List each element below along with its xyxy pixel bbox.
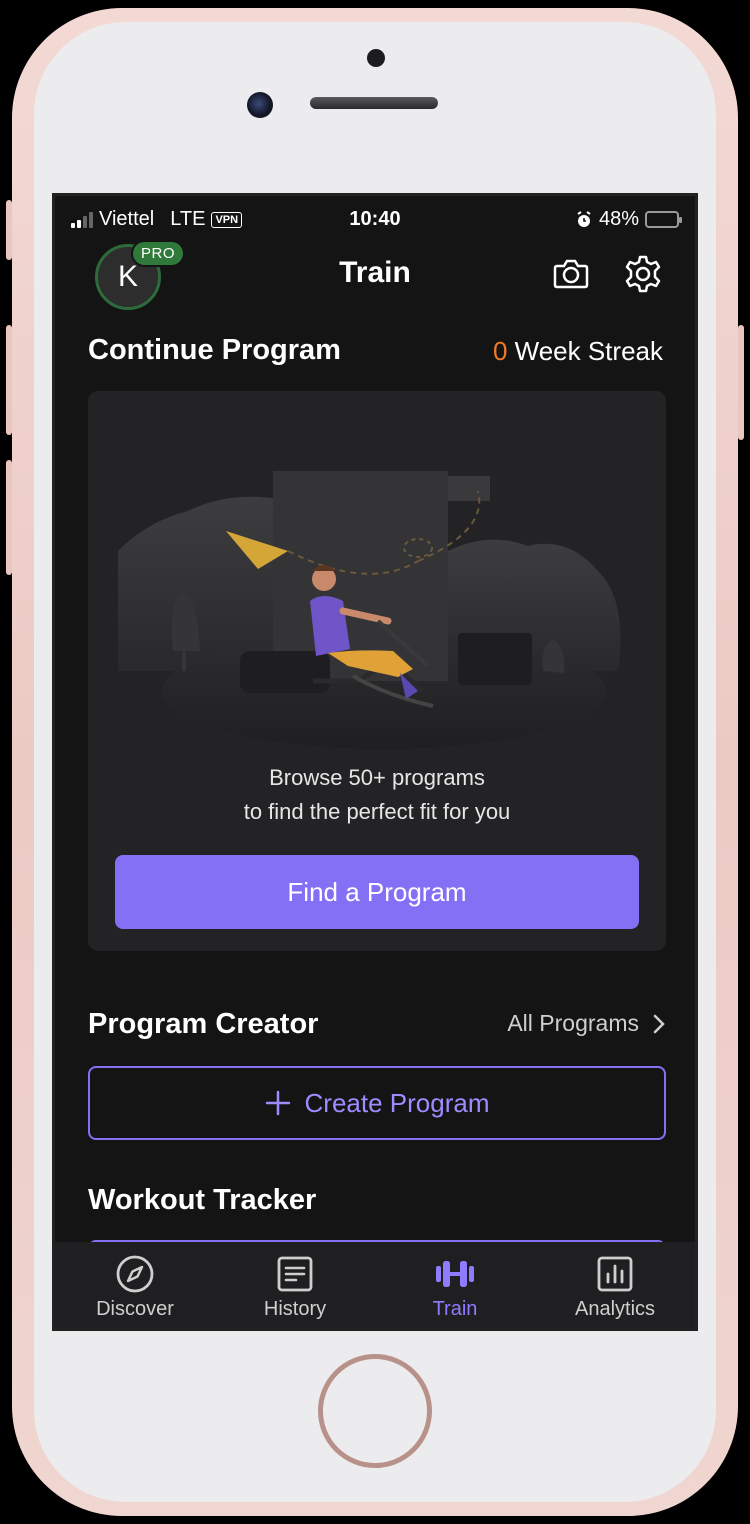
tab-analytics[interactable]: Analytics — [535, 1242, 695, 1328]
battery-icon — [645, 211, 682, 228]
plus-icon — [265, 1090, 290, 1116]
tab-label: Train — [432, 1298, 478, 1320]
page-title: Train — [339, 256, 411, 289]
workout-tracker-title: Workout Tracker — [88, 1184, 317, 1216]
create-program-label: Create Program — [304, 1087, 490, 1118]
tab-label: Analytics — [574, 1298, 656, 1320]
create-program-button[interactable]: Create Program — [88, 1066, 666, 1140]
status-bar: Viettel LTE VPN 10:40 48% — [55, 196, 695, 242]
program-creator-title: Program Creator — [88, 1008, 319, 1040]
card-line-1: Browse 50+ programs — [269, 765, 485, 790]
chevron-right-icon — [653, 1014, 665, 1033]
home-button[interactable] — [318, 1354, 432, 1468]
streak-label: Week Streak — [507, 336, 663, 366]
week-streak: 0 Week Streak — [493, 336, 663, 367]
tab-train[interactable]: Train — [375, 1242, 535, 1328]
app-screen: Viettel LTE VPN 10:40 48% K PRO Train Co… — [52, 193, 698, 1331]
sensor-icon — [247, 92, 273, 118]
tab-label: History — [263, 1298, 327, 1320]
all-programs-label: All Programs — [507, 1010, 639, 1036]
tab-label: Discover — [96, 1298, 174, 1320]
rowing-illustration — [118, 471, 621, 749]
find-program-button[interactable]: Find a Program — [115, 855, 639, 929]
program-card: Browse 50+ programs to find the perfect … — [88, 391, 666, 951]
all-programs-link[interactable]: All Programs — [507, 1010, 665, 1037]
earpiece-speaker — [310, 97, 438, 109]
compass-icon — [116, 1255, 154, 1293]
tab-bar: Discover History Train Analytics — [55, 1242, 695, 1328]
tab-discover[interactable]: Discover — [55, 1242, 215, 1328]
card-description: Browse 50+ programs to find the perfect … — [88, 761, 666, 829]
side-button-power — [738, 325, 744, 440]
battery-percent: 48% — [598, 208, 639, 230]
chart-icon — [597, 1256, 633, 1292]
header: K PRO Train — [55, 240, 695, 312]
alarm-icon — [577, 210, 591, 227]
gear-icon[interactable] — [623, 254, 663, 294]
camera-icon[interactable] — [551, 254, 591, 294]
front-camera-icon — [367, 49, 385, 67]
side-button-volume-up — [6, 325, 12, 435]
continue-program-title: Continue Program — [88, 334, 341, 366]
side-button-volume-down — [6, 460, 12, 575]
side-button-silent — [6, 200, 12, 260]
card-line-2: to find the perfect fit for you — [243, 799, 511, 824]
streak-count: 0 — [492, 336, 508, 366]
history-icon — [277, 1256, 313, 1292]
dumbbell-icon — [436, 1261, 474, 1287]
status-right: 48% — [575, 208, 682, 231]
tab-history[interactable]: History — [215, 1242, 375, 1328]
